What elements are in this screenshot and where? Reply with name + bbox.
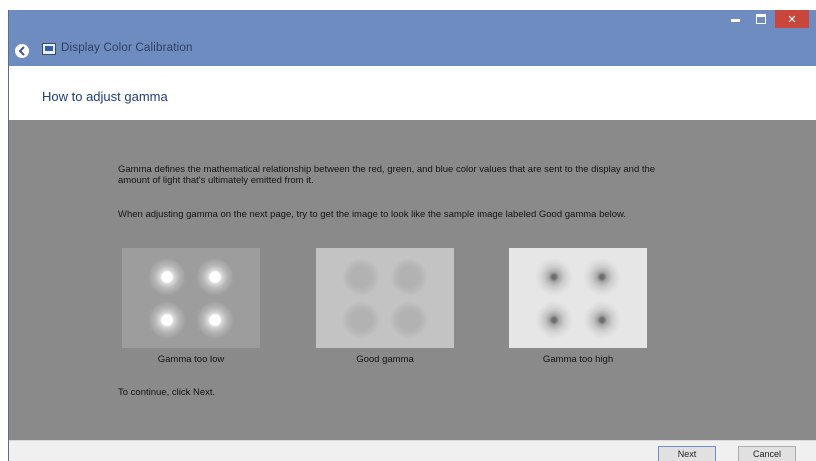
back-button[interactable] xyxy=(15,44,29,58)
close-button[interactable]: ✕ xyxy=(775,10,809,28)
close-icon: ✕ xyxy=(787,13,797,26)
calibration-window: ✕ Display Color Calibration How to adjus… xyxy=(8,10,816,461)
sample-dot xyxy=(196,301,234,339)
maximize-button[interactable] xyxy=(749,10,773,28)
cancel-button[interactable]: Cancel xyxy=(738,446,796,461)
continue-instruction: To continue, click Next. xyxy=(118,387,216,398)
gamma-instruction-text: When adjusting gamma on the next page, t… xyxy=(118,209,627,220)
maximize-icon xyxy=(756,14,766,24)
page-heading: How to adjust gamma xyxy=(42,89,168,104)
sample-dot xyxy=(583,301,621,339)
sample-gamma-too-high xyxy=(509,248,647,348)
sample-gamma-too-low xyxy=(122,248,260,348)
sample-good-gamma xyxy=(316,248,454,348)
next-button[interactable]: Next xyxy=(658,446,716,461)
content-area: Gamma defines the mathematical relations… xyxy=(9,120,816,440)
caption-gamma-too-high: Gamma too high xyxy=(542,354,614,365)
title-bar[interactable]: ✕ Display Color Calibration xyxy=(9,10,816,66)
sample-dot xyxy=(390,258,428,296)
display-calibration-icon xyxy=(42,43,56,55)
sample-dot xyxy=(148,258,186,296)
caption-good-gamma: Good gamma xyxy=(356,354,414,365)
sample-dot xyxy=(342,258,380,296)
button-bar: Next Cancel xyxy=(9,440,816,461)
gamma-definition-text: Gamma defines the mathematical relations… xyxy=(118,164,656,186)
minimize-icon xyxy=(730,19,740,22)
back-arrow-icon xyxy=(18,46,25,56)
sample-dot xyxy=(583,258,621,296)
sample-dot xyxy=(535,301,573,339)
minimize-button[interactable] xyxy=(723,10,747,28)
sample-dot xyxy=(342,301,380,339)
sample-dot xyxy=(148,301,186,339)
sample-dot xyxy=(535,258,573,296)
sample-dot xyxy=(196,258,234,296)
caption-gamma-too-low: Gamma too low xyxy=(157,354,225,365)
sample-dot xyxy=(390,301,428,339)
page-header: How to adjust gamma xyxy=(9,66,816,120)
window-title: Display Color Calibration xyxy=(61,42,193,54)
